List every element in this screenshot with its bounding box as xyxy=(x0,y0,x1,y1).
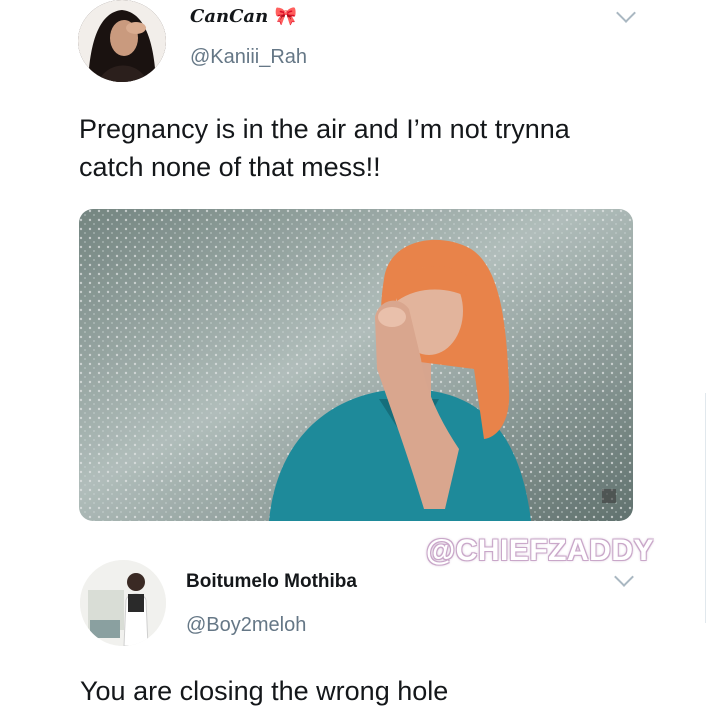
user-handle[interactable]: @Boy2meloh xyxy=(186,614,306,637)
user-avatar[interactable] xyxy=(80,560,166,646)
display-name-text[interactable]: CanCan xyxy=(190,6,268,27)
tweet-media-image[interactable] xyxy=(79,209,633,521)
avatar-photo xyxy=(78,0,166,82)
watermark-text: @CHIEFZADDY xyxy=(425,534,654,567)
tweet-text: You are closing the wrong hole xyxy=(80,676,449,706)
tweet-text-line: Pregnancy is in the air and I’m not tryn… xyxy=(79,114,570,144)
chevron-down-icon[interactable] xyxy=(616,3,636,23)
display-name[interactable]: Boitumelo Mothiba xyxy=(186,571,357,593)
tweet-text-line: catch none of that mess!! xyxy=(79,152,381,182)
chevron-down-icon[interactable] xyxy=(614,567,634,587)
page-edge-divider xyxy=(705,393,712,623)
ribbon-icon: 🎀 xyxy=(274,6,297,27)
photo xyxy=(79,209,633,521)
user-avatar[interactable] xyxy=(78,0,166,82)
tweet-text: Pregnancy is in the air and I’m not tryn… xyxy=(79,110,570,186)
user-handle[interactable]: @Kaniii_Rah xyxy=(190,46,307,69)
avatar-photo xyxy=(80,560,166,646)
display-name[interactable]: CanCan 🎀 xyxy=(190,6,297,27)
